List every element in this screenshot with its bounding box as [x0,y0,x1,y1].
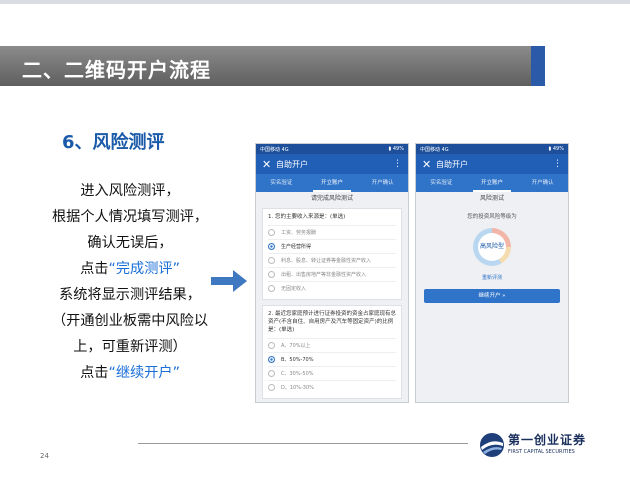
option-label: C、30%-50% [281,371,314,377]
right-arrow-icon [211,270,247,292]
answer-option-selected[interactable]: B、50%-70% [268,352,396,366]
instruction-line: 确认无误后， [30,230,230,256]
option-label: D、10%-30% [281,385,314,391]
tab-confirm[interactable]: 开户确认 [357,174,408,192]
radio-icon[interactable] [268,370,275,377]
radio-icon[interactable] [268,229,275,236]
continue-button[interactable]: 继续开户 » [424,289,560,303]
question-card-2: 2. 最近您家庭预计进行证券投资的资金占家庭现有总资产(不含自住、自用房产及汽车… [262,305,402,399]
radio-icon[interactable] [268,271,275,278]
instruction-line: 上，可重新评测） [30,334,230,360]
question-text: 2. 最近您家庭预计进行证券投资的资金占家庭现有总资产(不含自住、自用房产及汽车… [268,311,396,333]
instruction-line: 点击“完成测评” [30,256,230,282]
result-subtitle: 风险测试 [479,195,504,202]
option-label: 工资、劳务报酬 [281,230,317,236]
tab-real-name[interactable]: 实名验证 [416,174,467,192]
app-header-title: 自助开户 [276,159,308,169]
status-right: ▮ 49% [548,146,564,152]
instruction-segment: 点击 [80,365,109,381]
company-name-en: FIRST CAPITAL SECURITIES [508,449,575,455]
option-label: B、50%-70% [281,357,314,363]
slide-title-bar: 二、二维码开户流程 [0,46,545,86]
instruction-segment: 点击 [80,261,109,277]
instruction-segment: 上，可重新评测） [73,339,187,355]
section-heading: 6、风险测评 [62,132,165,153]
risk-gauge-icon: 高风险型 [473,228,511,266]
instruction-segment: 进入风险测评， [80,183,180,199]
app-header: ✕ 自助开户 ⋮ [256,154,408,174]
tab-open-account[interactable]: 开立账户 [307,174,358,192]
instruction-line: 系统将显示测评结果， [30,282,230,308]
question-card-1: 1. 您的主要收入来源是：(单选) 工资、劳务报酬 生产经营所得 利息、股息、转… [262,208,402,300]
close-icon[interactable]: ✕ [422,158,436,171]
instruction-segment: 确认无误后， [87,235,173,251]
step-tabs: 实名验证 开立账户 开户确认 [416,174,568,192]
option-label: A、70%以上 [281,343,311,349]
more-menu-icon[interactable]: ⋮ [553,159,562,169]
app-header: ✕ 自助开户 ⋮ [416,154,568,174]
status-right: ▮ 49% [388,146,404,152]
radio-icon[interactable] [268,285,275,292]
top-divider [0,0,630,4]
highlighted-action-text: “继续开户” [108,365,180,381]
footer-divider [138,443,468,444]
option-label: 出租、出售房地产等非金融性资产收入 [281,272,367,278]
page-number: 24 [40,452,49,460]
radio-icon[interactable] [268,342,275,349]
instruction-line: 点击“继续开户” [30,360,230,386]
instruction-segment: 系统将显示测评结果， [59,287,201,303]
answer-option-selected[interactable]: 生产经营所得 [268,239,396,253]
tab-real-name[interactable]: 实名验证 [256,174,307,192]
app-header-title: 自助开户 [436,159,468,169]
questionnaire-subtitle: 请完成风险测试 [310,195,353,202]
title-accent-block [531,46,545,86]
more-menu-icon[interactable]: ⋮ [393,159,402,169]
answer-option[interactable]: 利息、股息、转让证券等金融性资产收入 [268,253,396,267]
instruction-line: 根据个人情况填写测评， [30,204,230,230]
company-logo: 第一创业证券 FIRST CAPITAL SECURITIES [475,428,615,462]
status-bar: 中国移动 4G ▮ 49% [256,144,408,154]
phone-screen-result: 中国移动 4G ▮ 49% ✕ 自助开户 ⋮ 实名验证 开立账户 开户确认 风险… [415,143,569,403]
risk-level-label: 您的投资风险等级为 [467,214,517,220]
answer-option[interactable]: D、10%-30% [268,380,396,394]
tab-confirm[interactable]: 开户确认 [517,174,568,192]
instruction-line: 进入风险测评， [30,178,230,204]
slide-title: 二、二维码开户流程 [22,58,211,82]
radio-icon[interactable] [268,384,275,391]
instruction-segment: 根据个人情况填写测评， [51,209,209,225]
option-label: 利息、股息、转让证券等金融性资产收入 [281,258,372,264]
option-label: 生产经营所得 [281,244,312,250]
status-left: 中国移动 4G [260,146,289,153]
tab-open-account[interactable]: 开立账户 [467,174,518,192]
close-icon[interactable]: ✕ [262,158,276,171]
answer-option[interactable]: C、30%-50% [268,366,396,380]
highlighted-action-text: “完成测评” [108,261,180,277]
answer-option[interactable]: 工资、劳务报酬 [268,225,396,239]
radio-icon[interactable] [268,257,275,264]
radio-checked-icon[interactable] [268,243,275,250]
risk-level-value: 高风险型 [479,243,504,250]
instruction-text: 进入风险测评， 根据个人情况填写测评， 确认无误后， 点击“完成测评” 系统将显示测评结… [30,178,230,386]
question-text: 1. 您的主要收入来源是：(单选) [268,214,346,220]
answer-option[interactable]: 出租、出售房地产等非金融性资产收入 [268,267,396,281]
instruction-line: （开通创业板需中风险以 [30,308,230,334]
company-name-cn: 第一创业证券 [508,433,587,447]
retest-link[interactable]: 重新评测 [416,274,568,281]
answer-option[interactable]: A、70%以上 [268,338,396,352]
answer-option[interactable]: 无固定收入 [268,281,396,295]
instruction-segment: （开通创业板需中风险以 [51,313,209,329]
globe-logo-icon [480,433,504,457]
radio-checked-icon[interactable] [268,356,275,363]
status-left: 中国移动 4G [420,146,449,153]
step-tabs: 实名验证 开立账户 开户确认 [256,174,408,192]
status-bar: 中国移动 4G ▮ 49% [416,144,568,154]
phone-screen-questionnaire: 中国移动 4G ▮ 49% ✕ 自助开户 ⋮ 实名验证 开立账户 开户确认 请完… [255,143,409,403]
option-label: 无固定收入 [281,286,307,292]
